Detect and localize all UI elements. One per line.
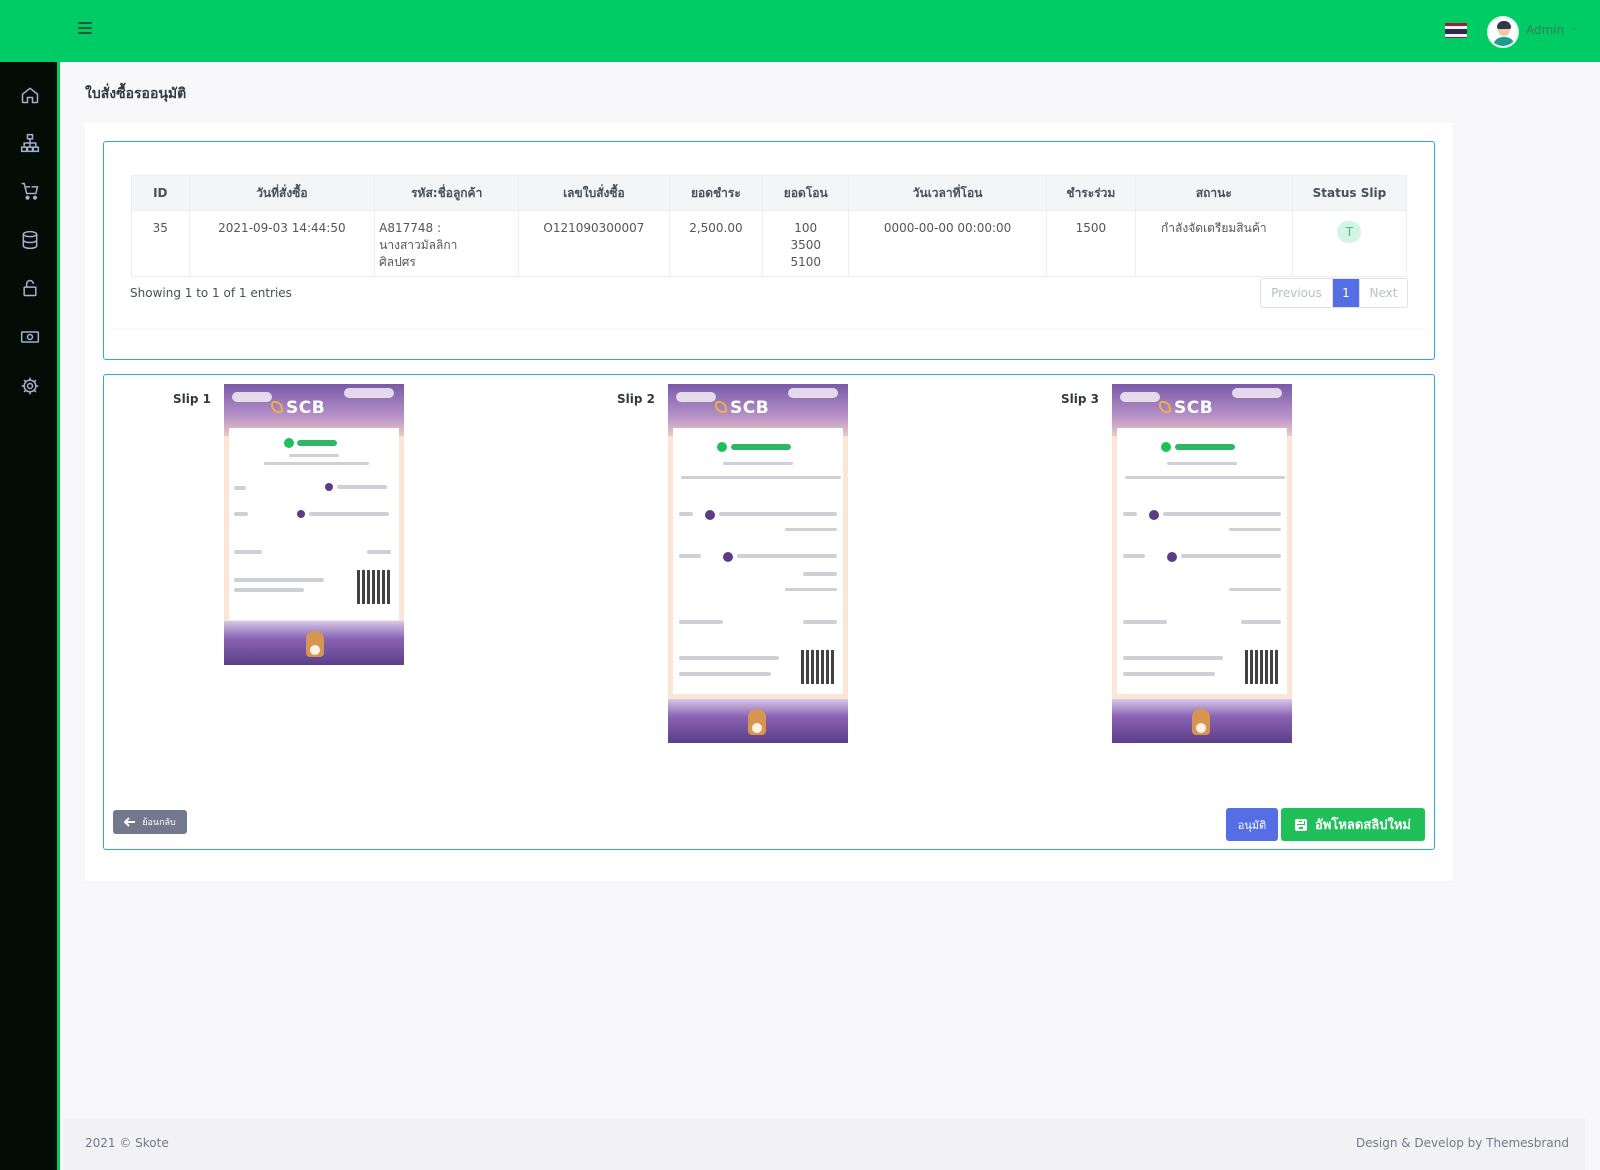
footer-copyright: 2021 © Skote [85,1136,169,1150]
thai-flag-icon[interactable] [1445,23,1467,38]
column-header-amount-due[interactable]: ยอดชำระ [668,175,764,211]
pagination-next[interactable]: Next [1359,279,1407,307]
table-header-row: ID วันที่สั่งซื้อ รหัส:ชื่อลูกค้า เลขใบส… [131,175,1408,211]
upload-new-slip-button[interactable]: อัพโหลดสลิปใหม่ [1281,808,1425,841]
user-name[interactable]: Admin [1526,23,1564,37]
entries-info: Showing 1 to 1 of 1 entries [130,286,292,300]
column-header-status-slip[interactable]: Status Slip [1291,175,1408,211]
home-icon[interactable] [19,84,41,106]
cell-transfer-time: 0000-00-00 00:00:00 [848,210,1047,277]
avatar[interactable] [1487,16,1519,48]
slip-1-image[interactable]: SCB [224,384,404,665]
cell-status-slip: T [1291,210,1408,277]
save-icon [1295,818,1307,831]
cell-joint-payment: 1500 [1046,210,1136,277]
slip-1-label: Slip 1 [173,392,211,406]
column-header-customer[interactable]: รหัส:ชื่อลูกค้า [374,175,520,211]
status-badge: T [1337,221,1362,243]
orders-table: ID วันที่สั่งซื้อ รหัส:ชื่อลูกค้า เลขใบส… [131,175,1408,277]
database-icon[interactable] [19,229,41,251]
upload-button-label: อัพโหลดสลิปใหม่ [1315,818,1411,833]
column-header-status[interactable]: สถานะ [1134,175,1293,211]
footer-credit: Design & Develop by Themesbrand [1356,1136,1569,1150]
slip-3-image[interactable]: SCB [1112,384,1292,743]
menu-toggle-icon[interactable] [78,22,92,36]
cell-order-no: O121090300007 [518,210,670,277]
slip-3-label: Slip 3 [1061,392,1099,406]
slip-2-bank-logo: SCB [730,398,770,418]
chevron-down-icon[interactable]: ⌄ [1570,22,1578,33]
slip-2-image[interactable]: SCB [668,384,848,743]
column-header-order-no[interactable]: เลขใบสั่งซื้อ [518,175,670,211]
lock-icon[interactable] [19,277,41,299]
sidebar [0,62,60,1170]
transfer-amount-3: 5100 [790,255,821,269]
cell-amount-due: 2,500.00 [668,210,764,277]
pagination: Previous 1 Next [1260,278,1408,308]
sitemap-icon[interactable] [19,132,41,154]
cell-order-date: 2021-09-03 14:44:50 [188,210,376,277]
back-button[interactable]: ย้อนกลับ [113,810,187,834]
approve-button[interactable]: อนุมัติ [1226,808,1278,841]
column-header-order-date[interactable]: วันที่สั่งซื้อ [188,175,376,211]
cart-plus-icon[interactable] [19,180,41,202]
arrow-left-icon [124,817,136,827]
approve-button-label: อนุมัติ [1237,818,1267,832]
money-icon[interactable] [19,326,41,348]
customer-code: A817748 : [379,221,442,235]
column-header-id[interactable]: ID [131,175,190,211]
slip-3-bank-logo: SCB [1174,398,1214,418]
cell-id: 35 [131,210,190,277]
pagination-previous[interactable]: Previous [1261,279,1333,307]
table-row[interactable]: 35 2021-09-03 14:44:50 A817748 : นางสาวม… [131,210,1408,277]
cell-transfer-amount: 100 3500 5100 [762,210,850,277]
gear-icon[interactable] [19,375,41,397]
customer-name-line2: ศิลปศร [379,255,416,269]
slip-1-bank-logo: SCB [286,398,326,418]
pagination-page-1[interactable]: 1 [1333,279,1359,307]
top-bar: Admin ⌄ [0,0,1600,62]
back-button-label: ย้อนกลับ [142,818,176,828]
cell-customer: A817748 : นางสาวมัลลิกา ศิลปศร [374,210,520,277]
transfer-amount-1: 100 [794,221,818,235]
column-header-joint-payment[interactable]: ชำระร่วม [1046,175,1136,211]
column-header-transfer-amount[interactable]: ยอดโอน [762,175,850,211]
page-title: ใบสั่งซื้อรออนุมัติ [85,86,187,102]
cell-status: กำลังจัดเตรียมสินค้า [1134,210,1293,277]
transfer-amount-2: 3500 [790,238,821,252]
customer-name-line1: นางสาวมัลลิกา [379,238,458,252]
slip-2-label: Slip 2 [617,392,655,406]
column-header-transfer-time[interactable]: วันเวลาที่โอน [848,175,1047,211]
